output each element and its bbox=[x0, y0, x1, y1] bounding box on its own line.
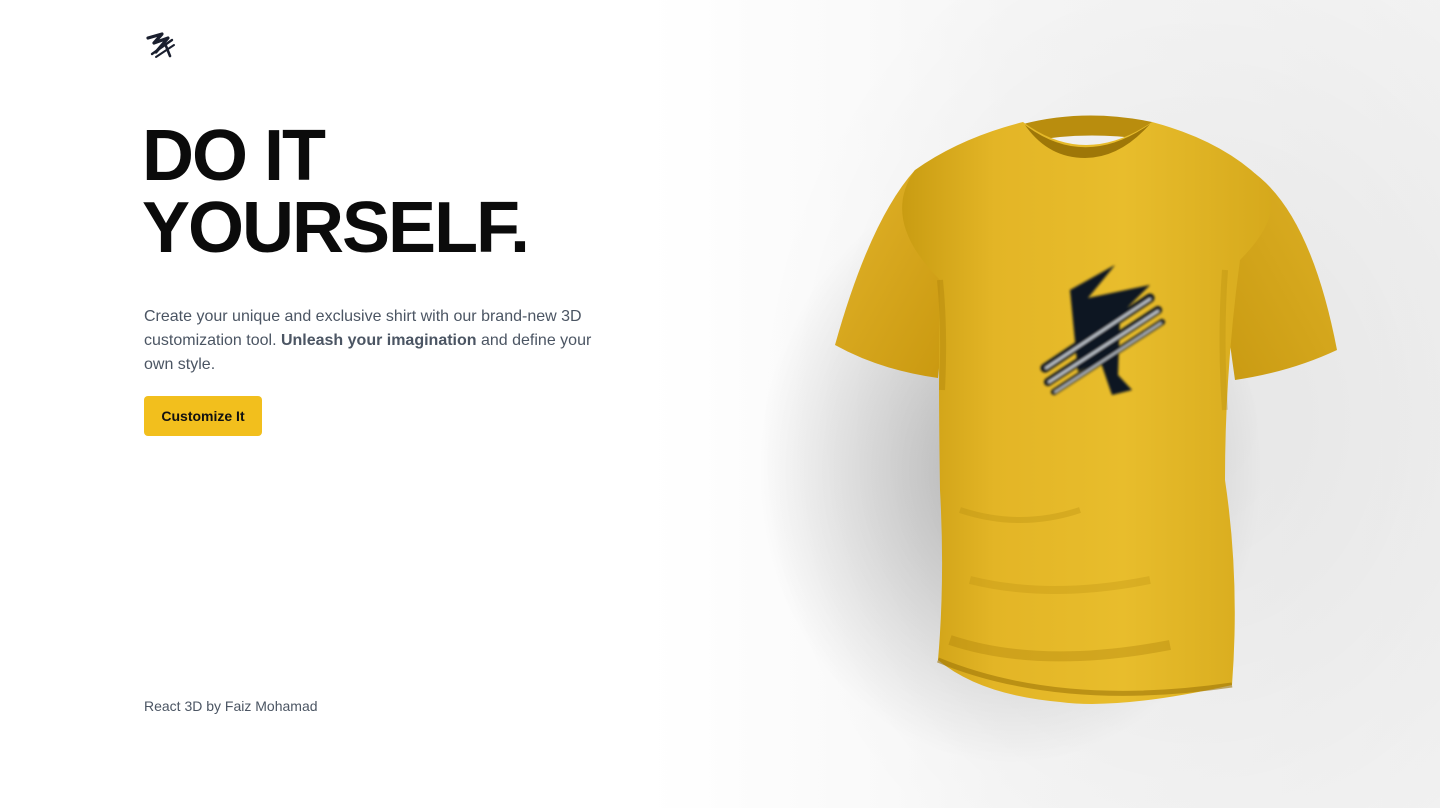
hero-description: Create your unique and exclusive shirt w… bbox=[144, 305, 594, 377]
tshirt-3d-model[interactable] bbox=[820, 110, 1350, 710]
customize-button[interactable]: Customize It bbox=[144, 396, 262, 436]
page-title: DO IT YOURSELF. bbox=[142, 116, 530, 268]
headline-line-1: DO IT bbox=[142, 116, 326, 196]
description-highlight: Unleash your imagination bbox=[280, 332, 477, 349]
headline-line-2: YOURSELF. bbox=[142, 188, 530, 268]
brand-logo-icon[interactable] bbox=[144, 28, 178, 62]
home-page: DO IT YOURSELF. Create your unique and e… bbox=[0, 0, 1440, 808]
footer-credit: React 3D by Faiz Mohamad bbox=[144, 698, 318, 714]
